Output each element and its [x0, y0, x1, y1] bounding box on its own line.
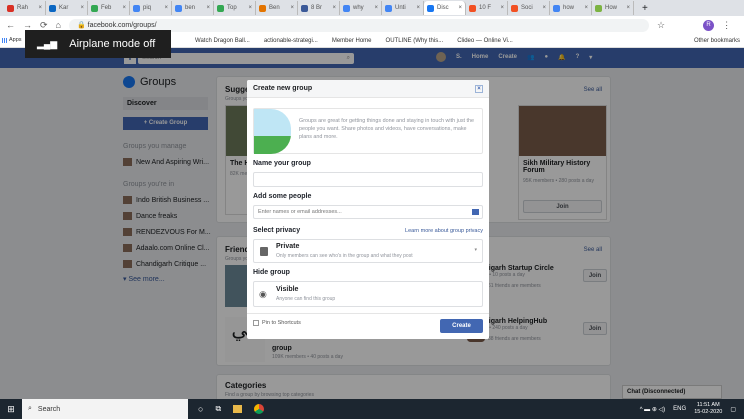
browser-tab[interactable]: Kar ×: [46, 1, 88, 15]
signal-icon: ▂▄▆: [37, 38, 58, 49]
create-group-dialog: Create new group × Groups are great for …: [247, 80, 489, 339]
create-button[interactable]: Create: [440, 319, 483, 333]
dialog-header: Create new group ×: [247, 80, 489, 98]
windows-start-icon[interactable]: ⊞: [0, 404, 22, 415]
browser-tab[interactable]: Ben ×: [256, 1, 298, 15]
bookmark-item[interactable]: Clideo — Online Vi...: [457, 38, 513, 44]
close-tab-icon[interactable]: ×: [626, 5, 630, 11]
tab-favicon-icon: [301, 4, 308, 12]
browser-tab[interactable]: Rah ×: [4, 1, 46, 15]
tab-strip: Rah × Kar × Feb × piq × ben × Top × Ben × 8 Br × why × Unt…: [0, 0, 744, 16]
tab-favicon-icon: [343, 4, 350, 12]
menu-icon[interactable]: ⋮: [722, 20, 731, 31]
close-tab-icon[interactable]: ×: [332, 5, 336, 11]
close-tab-icon[interactable]: ×: [416, 5, 420, 11]
new-tab-button[interactable]: +: [642, 3, 648, 14]
bookmark-item[interactable]: actionable-strategi...: [264, 38, 318, 44]
tab-favicon-icon: [511, 4, 518, 12]
bookmark-item[interactable]: Member Home: [332, 38, 372, 44]
lock-icon: [260, 247, 268, 256]
tab-favicon-icon: [49, 4, 56, 12]
browser-tab[interactable]: 10 F ×: [466, 1, 508, 15]
bookmark-item[interactable]: OUTLINE (Why this...: [386, 38, 444, 44]
file-explorer-icon[interactable]: [233, 405, 243, 413]
language-indicator[interactable]: ENG: [673, 406, 686, 412]
forward-icon[interactable]: →: [23, 20, 32, 30]
close-tab-icon[interactable]: ×: [248, 5, 252, 11]
tab-favicon-icon: [427, 4, 434, 12]
eye-icon: ◉: [259, 289, 267, 299]
task-view-icon[interactable]: ⧉: [215, 404, 221, 414]
close-tab-icon[interactable]: ×: [80, 5, 84, 11]
chevron-down-icon: ▾: [474, 247, 477, 253]
browser-tab[interactable]: Unti ×: [382, 1, 424, 15]
add-people-input[interactable]: Enter names or email addresses...: [253, 205, 483, 219]
close-tab-icon[interactable]: ×: [38, 5, 42, 11]
close-tab-icon[interactable]: ×: [542, 5, 546, 11]
notifications-icon[interactable]: ▢: [730, 406, 736, 413]
windows-taskbar: ⊞ ⌕ Search ○ ⧉ ^ ▬ ⊕ ◁) ENG 11:51 AM 15-02…: [0, 399, 744, 419]
apps-grid-icon: [2, 37, 7, 43]
browser-tab[interactable]: Feb ×: [88, 1, 130, 15]
close-tab-icon[interactable]: ×: [164, 5, 168, 11]
tab-favicon-icon: [7, 4, 14, 12]
browser-tab[interactable]: 8 Br ×: [298, 1, 340, 15]
search-icon: ⌕: [28, 405, 32, 412]
browser-tab[interactable]: how ×: [550, 1, 592, 15]
home-icon[interactable]: ⌂: [56, 20, 61, 30]
tab-favicon-icon: [595, 4, 602, 12]
tab-favicon-icon: [469, 4, 476, 12]
taskbar-search[interactable]: ⌕ Search: [22, 399, 188, 419]
clock[interactable]: 11:51 AM 15-02-2020: [694, 402, 722, 416]
airplane-mode-toast: ▂▄▆ Airplane mode off: [25, 30, 171, 58]
privacy-select[interactable]: Private Only members can see who's in th…: [253, 239, 483, 263]
other-bookmarks[interactable]: Other bookmarks: [694, 38, 740, 44]
browser-tab[interactable]: ben ×: [172, 1, 214, 15]
pin-to-shortcuts-checkbox[interactable]: [253, 320, 259, 326]
browser-tab[interactable]: Disc ×: [424, 1, 466, 15]
back-icon[interactable]: ←: [6, 20, 15, 30]
visibility-select[interactable]: ◉ Visible Anyone can find this group: [253, 281, 483, 307]
tab-favicon-icon: [175, 4, 182, 12]
privacy-help-link[interactable]: Learn more about group privacy: [405, 228, 483, 234]
tab-favicon-icon: [133, 4, 140, 12]
tab-favicon-icon: [553, 4, 560, 12]
tab-favicon-icon: [385, 4, 392, 12]
browser-tab[interactable]: why ×: [340, 1, 382, 15]
groups-illustration: [254, 109, 291, 154]
bookmark-item[interactable]: Watch Dragon Ball...: [195, 38, 250, 44]
browser-tab[interactable]: Soci ×: [508, 1, 550, 15]
browser-tab[interactable]: piq ×: [130, 1, 172, 15]
system-tray-icons[interactable]: ^ ▬ ⊕ ◁): [640, 406, 665, 413]
browser-tab[interactable]: How ×: [592, 1, 634, 15]
tab-favicon-icon: [217, 4, 224, 12]
close-tab-icon[interactable]: ×: [584, 5, 588, 11]
close-tab-icon[interactable]: ×: [290, 5, 294, 11]
browser-tab[interactable]: Top ×: [214, 1, 256, 15]
intro-box: Groups are great for getting things done…: [253, 108, 483, 154]
star-icon[interactable]: ☆: [657, 20, 665, 31]
reload-icon[interactable]: ⟳: [40, 20, 48, 31]
close-icon[interactable]: ×: [475, 85, 483, 93]
chrome-icon[interactable]: [254, 404, 265, 414]
cortana-icon[interactable]: ○: [198, 404, 203, 414]
lock-icon: 🔒: [76, 22, 88, 29]
close-tab-icon[interactable]: ×: [500, 5, 504, 11]
contacts-icon[interactable]: [472, 209, 479, 215]
tab-favicon-icon: [259, 4, 266, 12]
tab-favicon-icon: [91, 4, 98, 12]
close-tab-icon[interactable]: ×: [458, 5, 462, 11]
apps-shortcut[interactable]: Apps: [2, 37, 22, 43]
close-tab-icon[interactable]: ×: [122, 5, 126, 11]
profile-avatar[interactable]: R: [703, 19, 715, 31]
close-tab-icon[interactable]: ×: [374, 5, 378, 11]
group-name-input[interactable]: [253, 172, 483, 187]
close-tab-icon[interactable]: ×: [206, 5, 210, 11]
